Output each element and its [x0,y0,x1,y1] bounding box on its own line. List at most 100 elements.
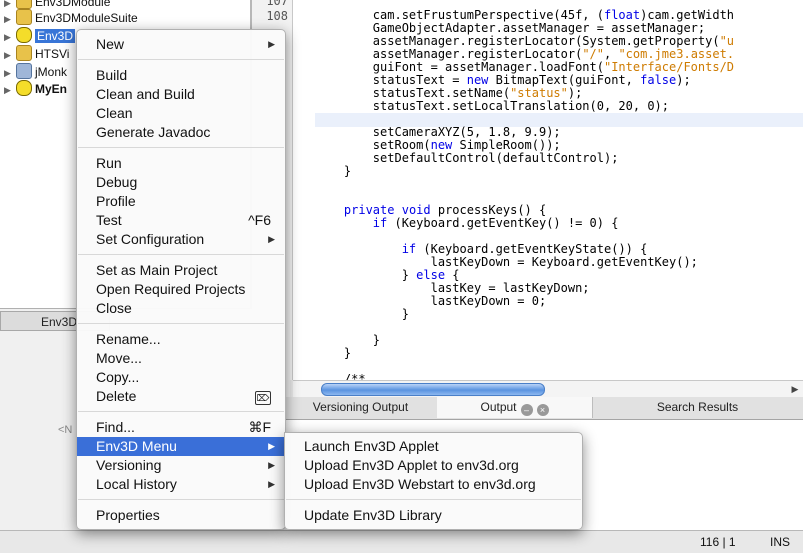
code-line: } [315,346,352,360]
keyword: new [430,138,453,152]
status-bar: 116 | 1 INS [0,530,803,553]
string-literal: "/" [582,47,604,61]
submenu-item-update-env3d-library[interactable]: Update Env3D Library [285,506,582,525]
expand-arrow-icon[interactable]: ▶ [4,0,14,9]
menu-item-set-as-main-project[interactable]: Set as Main Project [77,261,285,280]
menu-item-versioning[interactable]: Versioning ▶ [77,456,285,475]
project-item-label: Env3D [35,29,76,43]
menu-item-generate-javadoc[interactable]: Generate Javadoc [77,123,285,142]
menu-item-label: Env3D Menu [96,438,177,454]
minimize-icon[interactable]: – [520,404,533,416]
env3d-submenu: Launch Env3D Applet Upload Env3D Applet t… [284,432,583,530]
menu-item-label: Versioning [96,457,162,473]
menu-item-open-required-projects[interactable]: Open Required Projects [77,280,285,299]
menu-item-label: Test [96,212,122,228]
menu-item-debug[interactable]: Debug [77,173,285,192]
keyword: private [343,203,395,217]
menu-separator [78,499,284,500]
expand-arrow-icon[interactable]: ▶ [4,14,14,25]
menu-item-label: New [96,36,125,52]
project-item-label: jMonk [35,65,68,79]
context-menu: New ▶ Build Clean and Build Clean Generate Ja… [76,29,286,530]
project-item[interactable]: ▶ HTSVi [0,45,69,63]
submenu-item-label: Upload Env3D Applet to env3d.org [304,457,519,473]
expand-arrow-icon[interactable]: ▶ [4,50,14,61]
submenu-item-upload-env3d-applet-to-env3d-org[interactable]: Upload Env3D Applet to env3d.org [285,456,582,475]
menu-item-test[interactable]: Test ^F6 [77,211,285,230]
menu-item-clean-and-build[interactable]: Clean and Build [77,85,285,104]
keyword: new [466,73,489,87]
menu-item-env3d-menu[interactable]: Env3D Menu ▶ [77,437,285,456]
code-line: /** [315,372,366,381]
code-line: setDefaultControl(defaultControl); [315,151,619,165]
submenu-arrow-icon: ▶ [268,234,275,244]
close-icon[interactable]: × [536,404,549,416]
menu-item-move[interactable]: Move... [77,349,285,368]
submenu-arrow-icon: ▶ [268,460,275,470]
caret-position: 116 | 1 [700,535,736,549]
navigator-empty-label: <N [58,424,73,436]
menu-item-label: Delete [96,388,137,404]
menu-item-delete[interactable]: Delete ⌦ [77,387,285,406]
menu-separator [78,59,284,60]
menu-item-shortcut: ^F6 [248,212,271,228]
tab-versioning-output[interactable]: Versioning Output [284,397,438,418]
menu-item-copy[interactable]: Copy... [77,368,285,387]
project-item[interactable]: ▶ Env3D [0,27,76,45]
delete-key-icon: ⌦ [255,387,271,406]
project-cup-icon [16,0,32,9]
code-line: } [315,307,409,321]
submenu-item-launch-env3d-applet[interactable]: Launch Env3D Applet [285,437,582,456]
project-item-label: Env3DModule [35,0,111,9]
project-item[interactable]: ▶ Env3DModuleSuite [0,9,138,27]
line-number: 107 [266,0,288,8]
project-item[interactable]: ▶ jMonk [0,63,67,81]
menu-item-label: Generate Javadoc [96,124,211,140]
menu-item-rename[interactable]: Rename... [77,330,285,349]
menu-separator [286,499,581,500]
expand-arrow-icon[interactable]: ▶ [4,32,14,43]
submenu-arrow-icon: ▶ [268,441,275,451]
code-line: statusText.setLocalTranslation(0, 20, 0)… [315,99,670,113]
menu-item-label: Clean [96,105,133,121]
submenu-arrow-icon: ▶ [268,39,275,49]
tab-label: Output [480,400,517,414]
code-line: if (Keyboard.getEventKey() != 0) { [372,216,619,230]
project-cup-icon [16,45,32,61]
menu-item-label: Find... [96,419,135,435]
horizontal-scrollbar[interactable]: ▶ [293,380,803,397]
menu-item-run[interactable]: Run [77,154,285,173]
project-item-label: MyEn [35,82,68,96]
menu-item-label: Profile [96,193,136,209]
menu-item-local-history[interactable]: Local History ▶ [77,475,285,494]
menu-item-new[interactable]: New ▶ [77,35,285,54]
expand-arrow-icon[interactable]: ▶ [4,85,14,96]
submenu-arrow-icon: ▶ [268,479,275,489]
tab-search-results[interactable]: Search Results [592,397,803,418]
menu-item-find[interactable]: Find... ⌘F [77,418,285,437]
submenu-item-upload-env3d-webstart-to-env3d-org[interactable]: Upload Env3D Webstart to env3d.org [285,475,582,494]
menu-item-profile[interactable]: Profile [77,192,285,211]
menu-item-label: Set as Main Project [96,262,218,278]
submenu-item-label: Upload Env3D Webstart to env3d.org [304,476,536,492]
menu-item-label: Rename... [96,331,161,347]
menu-item-label: Build [96,67,128,83]
string-literal: "u [719,34,735,48]
project-item[interactable]: ▶ MyEn [0,80,67,98]
code-editor[interactable]: cam.setFrustumPerspective(45f, (float)ca… [293,0,803,380]
menu-item-label: Copy... [96,369,140,385]
expand-arrow-icon[interactable]: ▶ [4,68,14,79]
menu-item-build[interactable]: Build [77,66,285,85]
keyword: false [640,73,677,87]
menu-item-label: Open Required Projects [96,281,246,297]
project-item-label: Env3DModuleSuite [35,11,138,25]
menu-item-clean[interactable]: Clean [77,104,285,123]
menu-item-close[interactable]: Close [77,299,285,318]
keyword: if [372,216,388,230]
tab-output[interactable]: Output – × [437,397,593,418]
tab-label: Versioning Output [312,400,409,414]
scroll-right-arrow-icon[interactable]: ▶ [787,381,803,397]
menu-item-properties[interactable]: Properties [77,506,285,525]
menu-item-set-configuration[interactable]: Set Configuration ▶ [77,230,285,249]
scrollbar-thumb[interactable] [321,383,545,396]
